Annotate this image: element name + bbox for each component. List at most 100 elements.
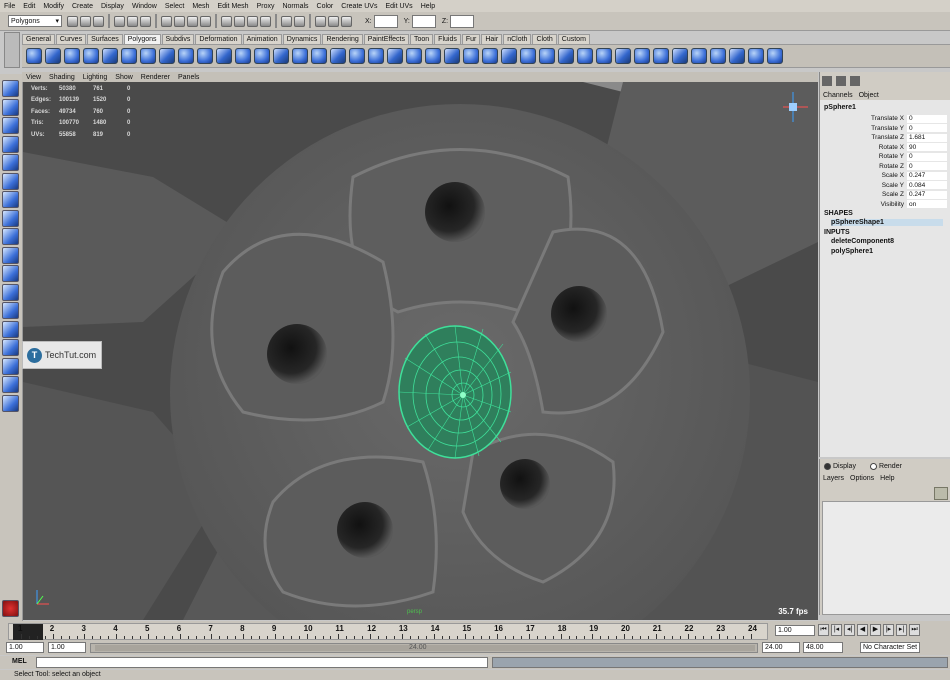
hypershade-layout-icon[interactable] [2,339,19,356]
viewport-menu-renderer[interactable]: Renderer [137,74,174,81]
viewport-menu-show[interactable]: Show [111,74,137,81]
poly-soccer-ball-icon[interactable] [216,48,232,64]
attribute-value[interactable]: 0 [907,162,947,171]
menu-display[interactable]: Display [97,3,128,10]
menu-modify[interactable]: Modify [39,3,68,10]
viewport-menu-view[interactable]: View [22,74,45,81]
mel-input[interactable] [36,657,488,668]
timeline[interactable]: 1 2 3 4 5 6 7 8 9 10 11 12 13 14 15 16 17 18 19 20 21 22 23 24 [8,623,768,640]
separate-icon[interactable] [273,48,289,64]
new-scene-icon[interactable] [67,15,78,27]
rotate-tool-icon[interactable] [2,154,19,171]
poly-pyramid-icon[interactable] [159,48,175,64]
tab-custom[interactable]: Custom [557,34,590,44]
select-object-icon[interactable] [127,15,138,27]
tab-polygons[interactable]: Polygons [123,34,161,44]
snap-grid-icon[interactable] [161,15,172,27]
snap-plane-icon[interactable] [200,15,211,27]
boolean-union-icon[interactable] [330,48,346,64]
menu-create-uvs[interactable]: Create UVs [337,3,381,10]
render-radio[interactable] [869,463,877,470]
viewport-menu-panels[interactable]: Panels [174,74,203,81]
tab-deformation[interactable]: Deformation [195,34,242,44]
attribute-name[interactable]: Translate Z [820,134,907,141]
menu-select[interactable]: Select [161,3,188,10]
wedge-icon[interactable] [539,48,555,64]
tab-fur[interactable]: Fur [461,34,481,44]
viewport-menu-lighting[interactable]: Lighting [79,74,112,81]
select-hierarchy-icon[interactable] [114,15,125,27]
attribute-name[interactable]: Scale X [820,172,907,179]
attribute-name[interactable]: Rotate Z [820,163,907,170]
tab-fluids[interactable]: Fluids [434,34,461,44]
attribute-value[interactable]: 0 [907,124,947,133]
poly-prism-icon[interactable] [140,48,156,64]
select-tool-icon[interactable] [2,80,19,97]
attribute-editor-icon[interactable] [850,76,860,86]
layer-list[interactable] [822,501,950,615]
new-layer-icon[interactable] [934,487,948,500]
persp-graph-icon[interactable] [2,320,19,338]
range-bar[interactable]: 24.00 [90,643,758,653]
spherical-mapping-icon[interactable] [691,48,707,64]
menu-edit[interactable]: Edit [19,3,39,10]
display-radio[interactable] [824,463,831,470]
snapshot-icon[interactable] [767,48,783,64]
playback-end-field[interactable]: 24.00 [762,642,800,653]
menu-edit-uvs[interactable]: Edit UVs [381,3,416,10]
current-frame-field[interactable]: 1.00 [775,625,815,636]
output-ops-icon[interactable] [294,15,305,27]
tab-ncloth[interactable]: nCloth [503,34,532,44]
tab-subdivs[interactable]: Subdivs [161,34,195,44]
input-node-polysphere1[interactable]: polySphere1 [831,248,873,255]
merge-icon[interactable] [615,48,631,64]
poly-cone-icon[interactable] [83,48,99,64]
show-channel-icon[interactable] [341,15,352,27]
uv-editor-icon[interactable] [729,48,745,64]
automatic-mapping-icon[interactable] [710,48,726,64]
menu-normals[interactable]: Normals [278,3,312,10]
soft-mod-icon[interactable] [2,209,19,227]
menu-create[interactable]: Create [68,3,97,10]
paint-select-icon[interactable] [2,117,19,134]
layer-menu-help[interactable]: Help [877,475,897,482]
fill-hole-icon[interactable] [406,48,422,64]
mode-selector[interactable]: Polygons ▾ [8,15,62,27]
boolean-difference-icon[interactable] [349,48,365,64]
viewport-perspective[interactable]: Verts: 50380 761 0 Edges: 100139 1520 0 Faces: 49… [23,82,818,620]
shape-node[interactable]: pSphereShape1 [831,219,943,226]
smooth-icon[interactable] [311,48,327,64]
poly-sphere-icon[interactable] [26,48,42,64]
viewport-menu-shading[interactable]: Shading [45,74,79,81]
tab-general[interactable]: General [22,34,55,44]
menu-edit-mesh[interactable]: Edit Mesh [213,3,252,10]
x-field[interactable] [373,14,398,28]
delete-edge-icon[interactable] [634,48,650,64]
go-to-end-icon[interactable]: ⏭ [909,624,920,636]
tab-painteffects[interactable]: PaintEffects [363,34,409,44]
attribute-value[interactable]: 90 [907,143,947,152]
selected-sphere[interactable] [398,325,512,459]
layer-editor-icon[interactable] [836,76,846,86]
menu-window[interactable]: Window [128,3,161,10]
y-field[interactable] [411,14,436,28]
snap-point-icon[interactable] [187,15,198,27]
mirror-icon[interactable] [387,48,403,64]
render-icon[interactable] [234,15,245,27]
combine-icon[interactable] [254,48,270,64]
show-tool-icon[interactable] [328,15,339,27]
attribute-value[interactable]: 0 [907,114,947,123]
tab-hair[interactable]: Hair [481,34,503,44]
snap-curve-icon[interactable] [174,15,185,27]
show-attr-icon[interactable] [315,15,326,27]
playback-start-field[interactable]: 1.00 [48,642,86,653]
step-back-frame-icon[interactable]: ◂| [844,624,855,636]
extra-tool-icon[interactable] [2,394,19,412]
attribute-name[interactable]: Visibility [820,201,907,208]
channel-menu-object[interactable]: Object [856,92,882,99]
play-back-icon[interactable]: ◀ [857,624,868,636]
attribute-value[interactable]: on [907,200,947,209]
cylindrical-mapping-icon[interactable] [672,48,688,64]
menu-help[interactable]: Help [417,3,439,10]
go-to-start-icon[interactable]: ⏮ [818,624,829,636]
